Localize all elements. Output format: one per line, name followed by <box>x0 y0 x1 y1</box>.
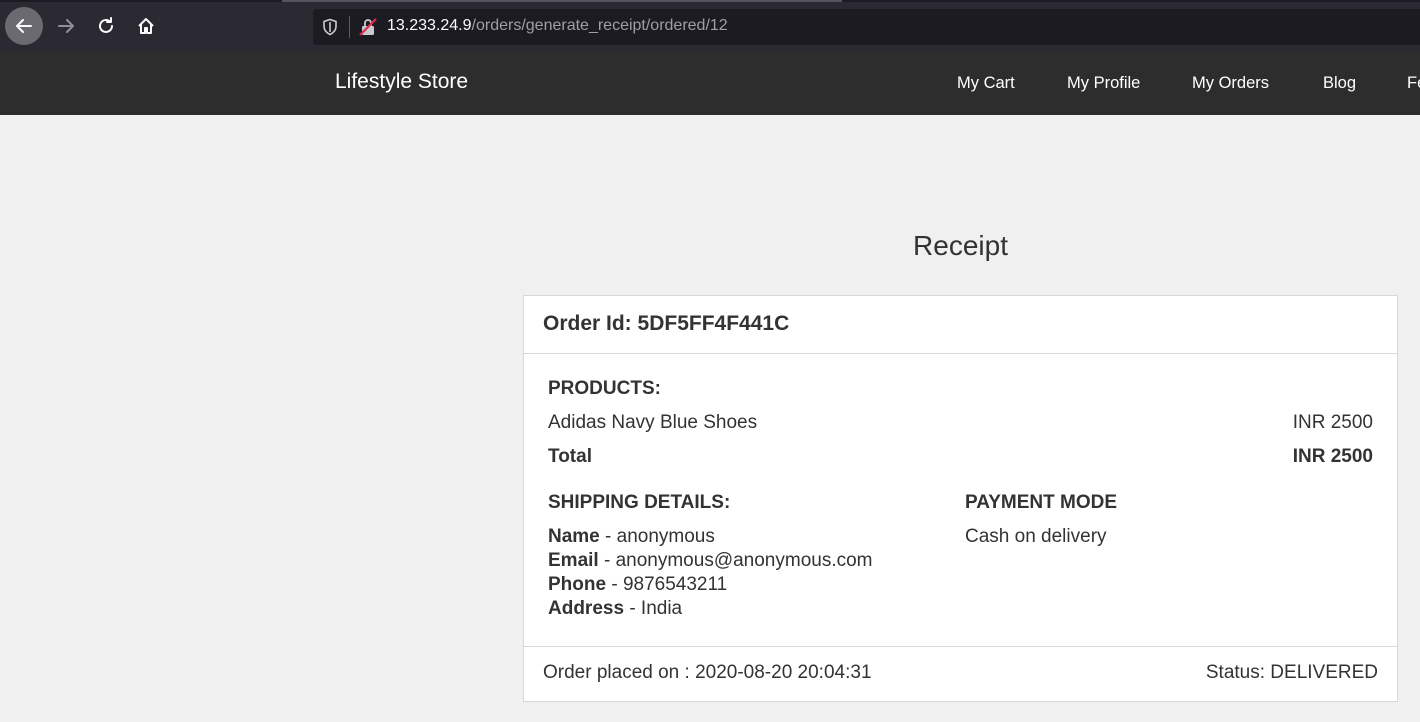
products-label: PRODUCTS: <box>548 378 661 399</box>
home-icon <box>138 18 154 34</box>
shipping-address-value: - India <box>629 598 683 619</box>
shipping-email-value: - anonymous@anonymous.com <box>603 550 873 571</box>
nav-truncated-link[interactable]: Fe <box>1407 74 1420 93</box>
order-id-value: 5DF5FF4F441C <box>637 312 790 335</box>
payment-mode-value: Cash on delivery <box>965 526 1107 547</box>
shield-icon[interactable] <box>321 18 339 36</box>
receipt-header: Order Id: 5DF5FF4F441C <box>524 296 1397 354</box>
arrow-left-icon <box>16 19 32 33</box>
nav-my-orders[interactable]: My Orders <box>1192 74 1269 93</box>
brand-logo-link[interactable]: Lifestyle Store <box>335 70 468 94</box>
address-bar-divider <box>349 16 350 38</box>
shipping-name-label: Name <box>548 526 600 547</box>
back-button[interactable] <box>5 7 43 45</box>
shipping-phone: Phone - 9876543211 <box>548 574 727 596</box>
total-value: INR 2500 <box>1292 446 1373 467</box>
shipping-name: Name - anonymous <box>548 526 715 548</box>
address-bar[interactable]: 13.233.24.9/orders/generate_receipt/orde… <box>313 9 1420 45</box>
shipping-email-label: Email <box>548 550 599 571</box>
forward-button[interactable] <box>47 7 85 45</box>
total-label: Total <box>548 446 592 467</box>
shipping-address: Address - India <box>548 598 682 620</box>
shipping-details-label: SHIPPING DETAILS: <box>548 492 731 513</box>
payment-mode-label: PAYMENT MODE <box>965 492 1118 513</box>
url-path: /orders/generate_receipt/ordered/12 <box>471 17 728 34</box>
reload-icon <box>99 17 113 33</box>
browser-toolbar: 13.233.24.9/orders/generate_receipt/orde… <box>0 0 1420 52</box>
order-id-label: Order Id: <box>543 312 632 335</box>
nav-blog[interactable]: Blog <box>1323 74 1356 93</box>
order-placed-on: Order placed on : 2020-08-20 20:04:31 <box>543 662 872 683</box>
shipping-phone-label: Phone <box>548 574 607 595</box>
receipt-card: Order Id: 5DF5FF4F441C PRODUCTS: Adidas … <box>523 295 1398 702</box>
shipping-address-label: Address <box>548 598 625 619</box>
receipt-footer: Order placed on : 2020-08-20 20:04:31 St… <box>524 646 1397 701</box>
shipping-email: Email - anonymous@anonymous.com <box>548 550 873 572</box>
arrow-right-icon <box>58 19 74 33</box>
active-tab-indicator <box>282 0 842 2</box>
product-name: Adidas Navy Blue Shoes <box>548 412 758 433</box>
order-status: Status: DELIVERED <box>1205 662 1378 683</box>
shipping-name-value: - anonymous <box>605 526 715 547</box>
product-price: INR 2500 <box>1292 412 1373 433</box>
url-text[interactable]: 13.233.24.9/orders/generate_receipt/orde… <box>387 17 728 35</box>
reload-button[interactable] <box>87 7 125 45</box>
shipping-phone-value: - 9876543211 <box>611 574 728 595</box>
tab-strip <box>0 0 1420 2</box>
site-navbar: Lifestyle Store My Cart My Profile My Or… <box>0 52 1420 115</box>
page-title: Receipt <box>913 230 1008 261</box>
insecure-lock-icon[interactable] <box>358 17 378 37</box>
home-button[interactable] <box>127 7 165 45</box>
nav-my-profile[interactable]: My Profile <box>1067 74 1140 93</box>
nav-my-cart[interactable]: My Cart <box>957 74 1015 93</box>
url-host: 13.233.24.9 <box>387 17 472 34</box>
order-id: Order Id: 5DF5FF4F441C <box>543 312 789 336</box>
